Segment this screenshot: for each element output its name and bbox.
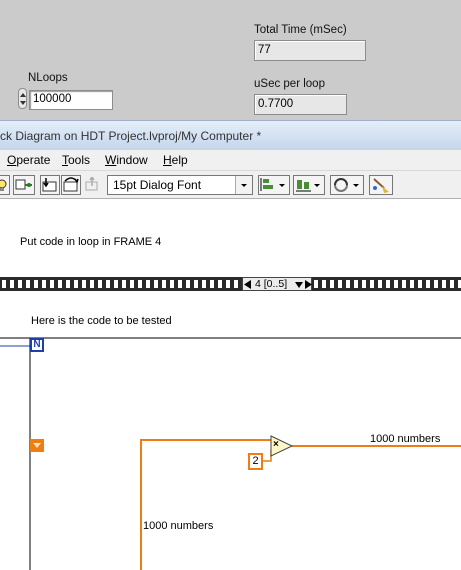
font-select[interactable]: 15pt Dialog Font (107, 175, 253, 195)
frame-comment: Here is the code to be tested (31, 315, 172, 327)
nloops-label: NLoops (28, 72, 68, 84)
menu-help-label: elp (171, 153, 188, 167)
reorder-icon (334, 178, 359, 192)
top-comment: Put code in loop in FRAME 4 (20, 236, 162, 248)
menu-window-label: indow (116, 153, 148, 167)
frame-list-chevron-icon[interactable] (295, 282, 303, 288)
constant-two[interactable]: 2 (248, 453, 263, 470)
step-out-button[interactable] (84, 175, 102, 193)
step-into-button[interactable] (40, 175, 60, 195)
distribute-objects-button[interactable] (293, 175, 325, 195)
decrement-arrow-icon[interactable] (20, 101, 26, 105)
menu-operate-mnemonic: O (7, 153, 17, 167)
menu-operate-label: perate (16, 153, 51, 167)
total-time-indicator: 77 (254, 40, 366, 61)
increment-frame-icon[interactable] (304, 280, 312, 289)
lightbulb-icon (0, 179, 7, 191)
increment-arrow-icon[interactable] (20, 93, 26, 97)
filmstrip-holes (0, 277, 461, 291)
menu-help-mnemonic: H (163, 153, 172, 167)
distribute-objects-icon (296, 180, 320, 192)
menu-operate[interactable]: Operate (7, 153, 50, 167)
window-title-bar[interactable]: ck Diagram on HDT Project.lvproj/My Comp… (0, 120, 461, 150)
nloops-input[interactable]: 100000 (29, 90, 113, 110)
wire-label-down: 1000 numbers (143, 520, 214, 532)
usec-per-loop-indicator: 0.7700 (254, 94, 347, 115)
align-objects-button[interactable] (258, 175, 290, 195)
menu-window-mnemonic: W (105, 153, 117, 167)
frame-selector[interactable]: 4 [0..5] (242, 277, 312, 291)
reorder-button[interactable] (330, 175, 364, 195)
decrement-frame-icon[interactable] (244, 280, 252, 289)
highlight-execution-button[interactable] (0, 175, 10, 195)
multiply-symbol: × (273, 439, 279, 450)
diagram-wires (0, 337, 461, 570)
menu-tools-label: ools (68, 153, 91, 167)
constant-wire[interactable] (262, 450, 272, 462)
total-time-label: Total Time (mSec) (254, 24, 347, 36)
menu-bar: Operate Tools Window Help (0, 150, 461, 171)
window-title: ck Diagram on HDT Project.lvproj/My Comp… (0, 129, 262, 143)
menu-help[interactable]: Help (163, 153, 188, 167)
clean-up-diagram-button[interactable] (369, 175, 393, 195)
tunnel-arrow-icon (33, 443, 41, 448)
step-over-button[interactable] (61, 175, 81, 195)
menu-window[interactable]: Window (105, 153, 148, 167)
align-objects-icon (260, 178, 285, 191)
step-over-icon (63, 177, 79, 192)
chevron-down-icon[interactable] (235, 176, 252, 194)
retain-wire-values-button[interactable] (13, 175, 35, 195)
usec-per-loop-label: uSec per loop (254, 78, 325, 90)
retain-wire-values-icon (15, 179, 32, 190)
toolbar: 15pt Dialog Font (0, 171, 461, 199)
font-select-value: 15pt Dialog Font (113, 178, 202, 192)
stacked-sequence-border (0, 277, 461, 291)
front-panel: Total Time (mSec) 77 uSec per loop 0.770… (0, 0, 461, 120)
array-tunnel[interactable] (30, 439, 44, 452)
step-out-icon (85, 175, 98, 191)
wire-label-right: 1000 numbers (370, 433, 441, 445)
step-into-icon (42, 178, 57, 192)
loop-count-terminal[interactable]: N (30, 338, 44, 352)
nloops-increment-decrement[interactable] (18, 88, 27, 109)
menu-tools[interactable]: Tools (62, 153, 90, 167)
broom-icon (373, 178, 389, 193)
frame-selector-label: 4 [0..5] (255, 278, 288, 290)
